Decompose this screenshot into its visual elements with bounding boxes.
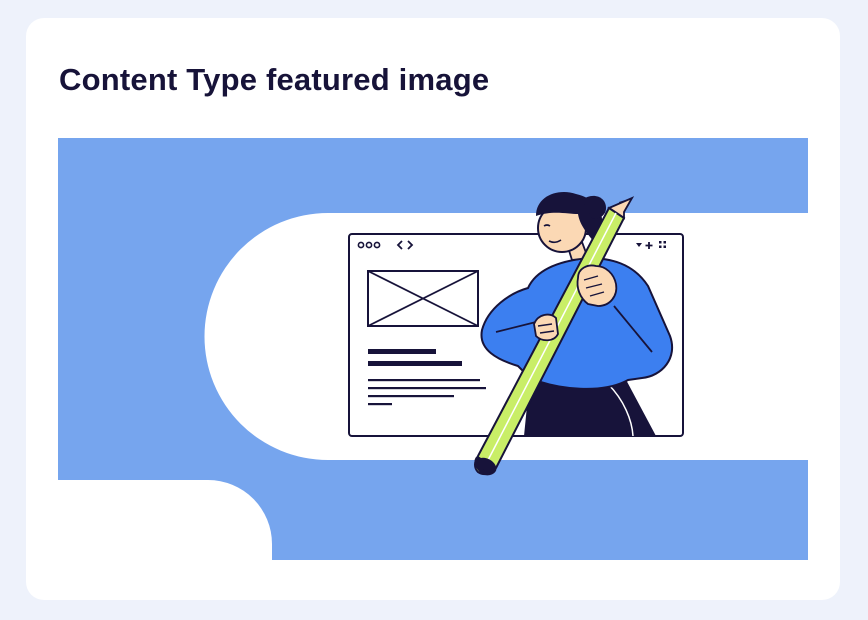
card-title: Content Type featured image — [59, 62, 490, 97]
featured-image-card: Content Type featured image — [26, 18, 840, 600]
corner-shape — [58, 480, 272, 560]
featured-image[interactable] — [58, 138, 808, 560]
